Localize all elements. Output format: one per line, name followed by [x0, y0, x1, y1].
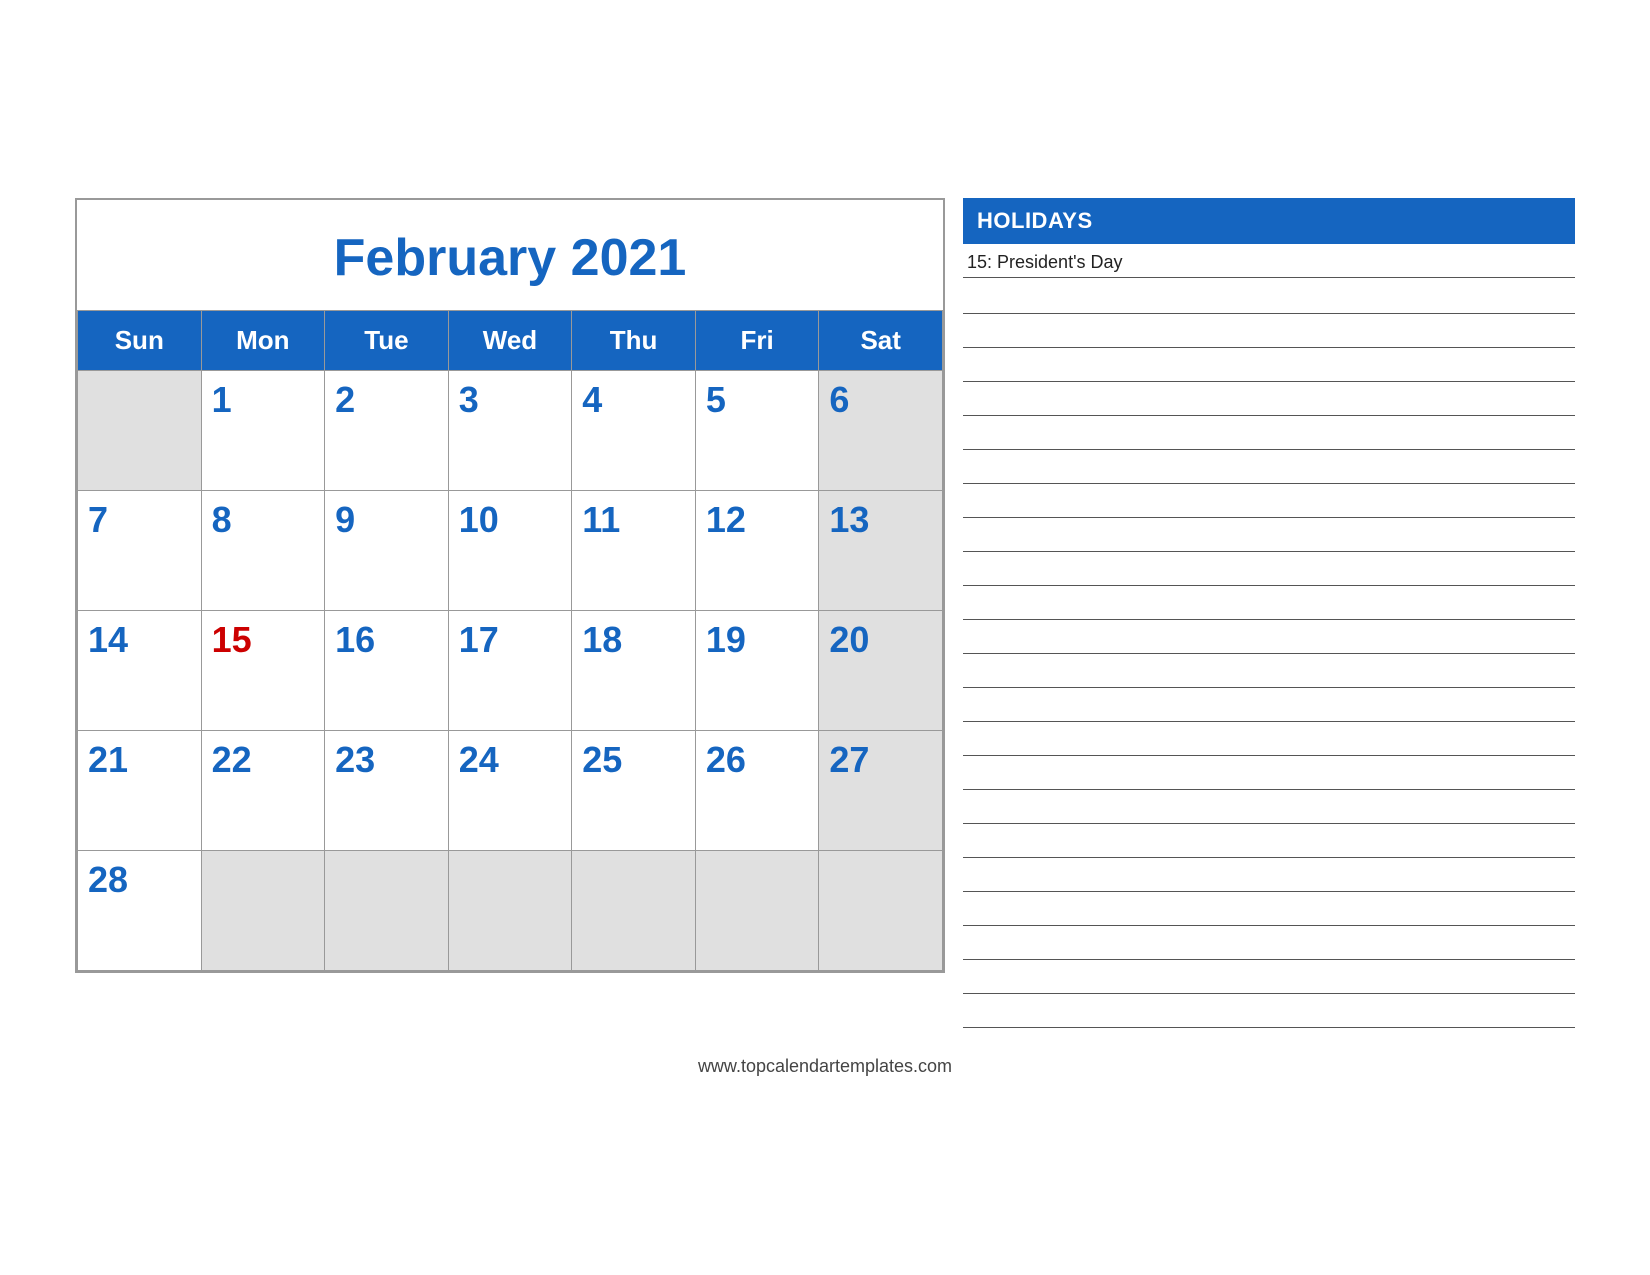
notes-lines: [963, 280, 1575, 1028]
calendar-day-cell: [572, 851, 696, 971]
note-line: [963, 348, 1575, 382]
note-line: [963, 450, 1575, 484]
note-line: [963, 892, 1575, 926]
calendar-day-cell: 12: [695, 491, 819, 611]
calendar-day-cell: 10: [448, 491, 572, 611]
calendar-day-cell: 3: [448, 371, 572, 491]
header-wed: Wed: [448, 311, 572, 371]
note-line: [963, 620, 1575, 654]
calendar-day-cell: 11: [572, 491, 696, 611]
calendar-day-cell: [201, 851, 325, 971]
calendar-day-cell: 21: [78, 731, 202, 851]
calendar-day-cell: 1: [201, 371, 325, 491]
calendar-wrapper: February 2021 Sun Mon Tue Wed Thu Fri Sa…: [75, 198, 945, 973]
calendar-week-row: 28: [78, 851, 943, 971]
calendar-day-cell: 27: [819, 731, 943, 851]
sidebar: HOLIDAYS 15: President's Day: [963, 198, 1575, 1028]
calendar-day-cell: 26: [695, 731, 819, 851]
calendar-day-cell: 14: [78, 611, 202, 731]
header-thu: Thu: [572, 311, 696, 371]
note-line: [963, 416, 1575, 450]
calendar-day-cell: 22: [201, 731, 325, 851]
calendar-day-cell: 8: [201, 491, 325, 611]
calendar-day-cell: 25: [572, 731, 696, 851]
note-line: [963, 756, 1575, 790]
calendar-day-cell: 17: [448, 611, 572, 731]
note-line: [963, 994, 1575, 1028]
calendar-day-cell: 24: [448, 731, 572, 851]
calendar-day-cell: 13: [819, 491, 943, 611]
note-line: [963, 688, 1575, 722]
weekday-header-row: Sun Mon Tue Wed Thu Fri Sat: [78, 311, 943, 371]
note-line: [963, 382, 1575, 416]
header-tue: Tue: [325, 311, 449, 371]
calendar-day-cell: 7: [78, 491, 202, 611]
calendar-title: February 2021: [77, 200, 943, 310]
header-fri: Fri: [695, 311, 819, 371]
calendar-day-cell: [325, 851, 449, 971]
calendar-day-cell: [448, 851, 572, 971]
holiday-entry: 15: President's Day: [963, 244, 1575, 278]
note-line: [963, 484, 1575, 518]
note-line: [963, 926, 1575, 960]
calendar-day-cell: [819, 851, 943, 971]
header-sat: Sat: [819, 311, 943, 371]
note-line: [963, 790, 1575, 824]
note-line: [963, 722, 1575, 756]
note-line: [963, 552, 1575, 586]
calendar-day-cell: [695, 851, 819, 971]
calendar-day-cell: 4: [572, 371, 696, 491]
note-line: [963, 586, 1575, 620]
note-line: [963, 518, 1575, 552]
calendar-week-row: 123456: [78, 371, 943, 491]
header-sun: Sun: [78, 311, 202, 371]
calendar-day-cell: 15: [201, 611, 325, 731]
calendar-day-cell: 23: [325, 731, 449, 851]
holidays-header: HOLIDAYS: [963, 198, 1575, 244]
website-url: www.topcalendartemplates.com: [698, 1056, 952, 1076]
calendar-day-cell: 20: [819, 611, 943, 731]
calendar-week-row: 14151617181920: [78, 611, 943, 731]
calendar-day-cell: 16: [325, 611, 449, 731]
note-line: [963, 858, 1575, 892]
calendar-day-cell: 18: [572, 611, 696, 731]
note-line: [963, 654, 1575, 688]
note-line: [963, 314, 1575, 348]
calendar-week-row: 21222324252627: [78, 731, 943, 851]
note-line: [963, 960, 1575, 994]
page-outer: February 2021 Sun Mon Tue Wed Thu Fri Sa…: [75, 198, 1575, 1077]
header-mon: Mon: [201, 311, 325, 371]
calendar-day-cell: 9: [325, 491, 449, 611]
note-line: [963, 824, 1575, 858]
note-line: [963, 280, 1575, 314]
calendar-day-cell: 19: [695, 611, 819, 731]
calendar-day-cell: [78, 371, 202, 491]
calendar-week-row: 78910111213: [78, 491, 943, 611]
footer: www.topcalendartemplates.com: [698, 1056, 952, 1077]
calendar-day-cell: 5: [695, 371, 819, 491]
calendar-day-cell: 6: [819, 371, 943, 491]
main-container: February 2021 Sun Mon Tue Wed Thu Fri Sa…: [75, 198, 1575, 1028]
calendar-day-cell: 28: [78, 851, 202, 971]
calendar-grid: Sun Mon Tue Wed Thu Fri Sat 123456789101…: [77, 310, 943, 971]
calendar-day-cell: 2: [325, 371, 449, 491]
